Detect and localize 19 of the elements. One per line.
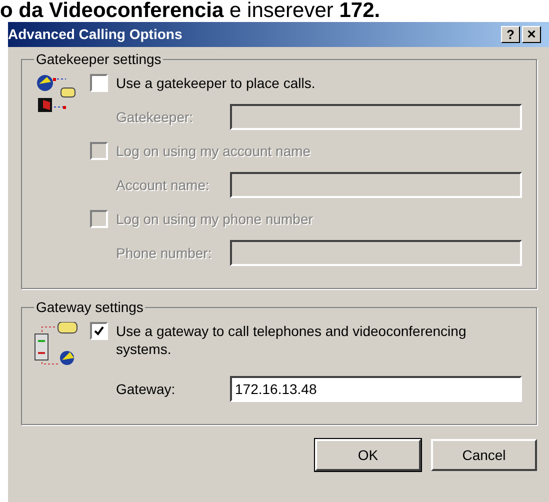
input-field[interactable]: 172.16.13.48	[230, 376, 522, 402]
field-label: Gateway:	[116, 380, 176, 399]
dialog-button[interactable]: Cancel	[431, 439, 537, 471]
field-label: Account name:	[116, 176, 210, 194]
checkbox[interactable]	[90, 74, 108, 92]
document-text: o da Videoconferencia e inserever 172.	[0, 0, 382, 22]
checkmark-icon	[94, 326, 104, 336]
checkbox-label[interactable]: Use a gatekeeper to place calls.	[116, 74, 316, 92]
server-phone-icon	[34, 322, 80, 366]
dialog-button[interactable]: OK	[315, 439, 421, 471]
help-button[interactable]: ?	[501, 26, 520, 43]
window-title: Advanced Calling Options	[8, 25, 182, 44]
checkbox-label[interactable]: Use a gateway to call telephones and videoconferencing systems.	[116, 322, 522, 358]
field-label: Gatekeeper:	[116, 108, 194, 127]
group-title: Gateway settings	[34, 299, 146, 315]
group-title: Gatekeeper settings	[34, 51, 164, 67]
checkbox[interactable]	[90, 322, 108, 340]
close-button[interactable]: ×	[522, 26, 541, 43]
field-label: Phone number:	[116, 244, 213, 262]
